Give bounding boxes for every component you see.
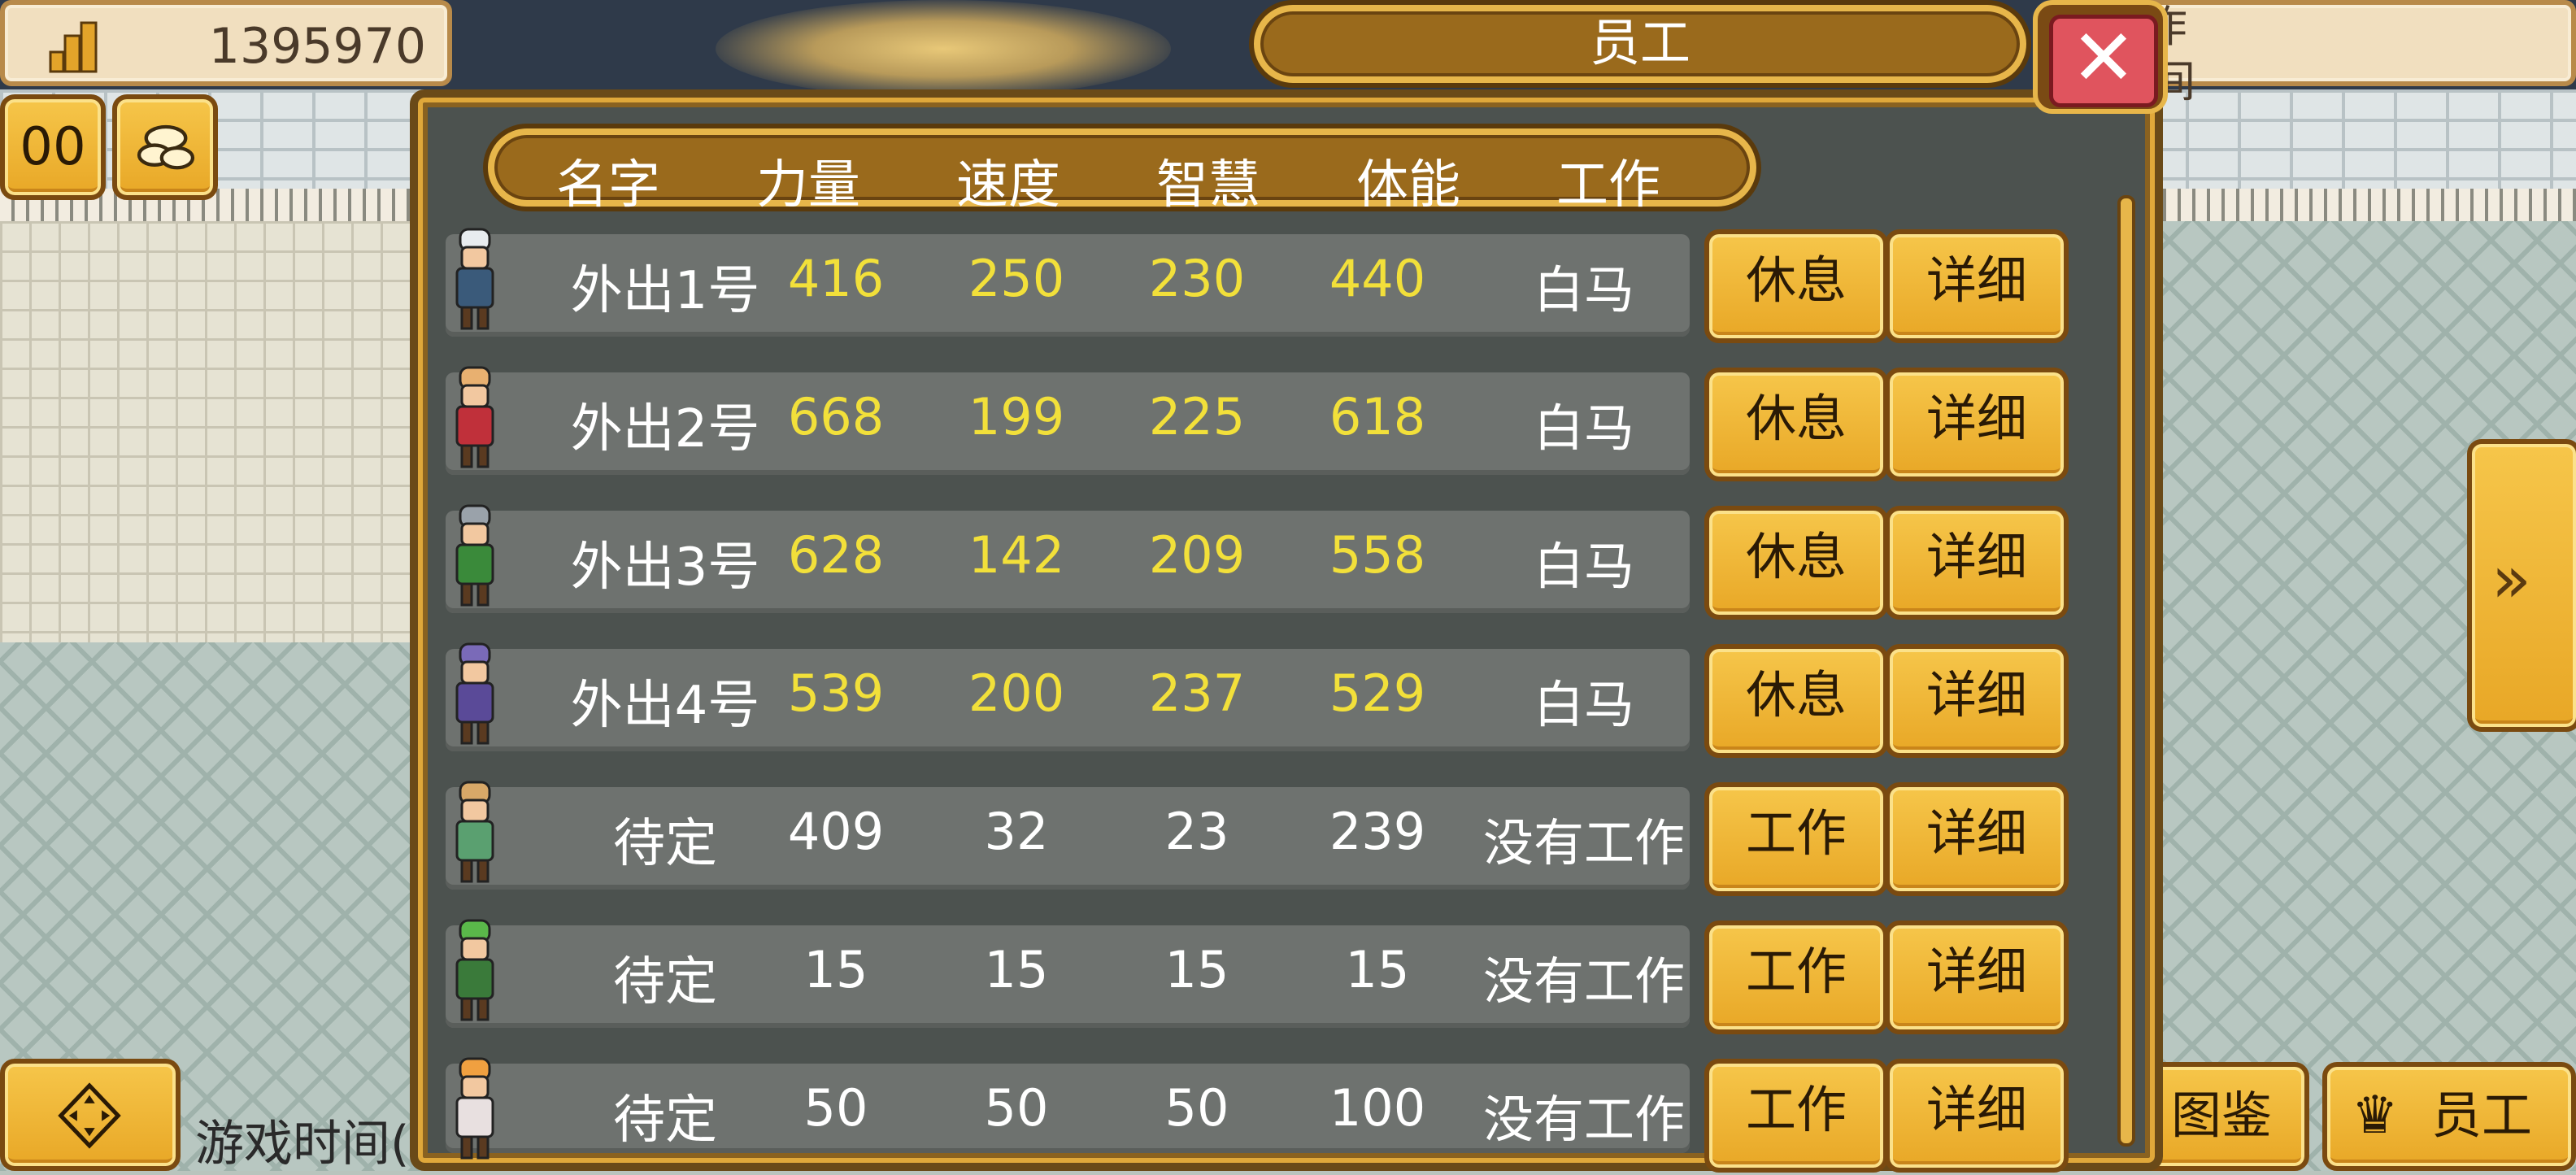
staff-row: 外出2号 668 199 225 618 白马 休息 详细 xyxy=(446,366,2069,481)
work-button[interactable]: 工作 xyxy=(1704,1059,1888,1173)
staff-row: 外出4号 539 200 237 529 白马 休息 详细 xyxy=(446,642,2069,758)
staff-stat-wisdom: 50 xyxy=(1164,1078,1229,1138)
staff-stat-strength: 668 xyxy=(787,387,885,446)
staff-name: 外出3号 xyxy=(570,537,760,598)
lamp-glow xyxy=(716,0,1171,98)
staff-stat-stamina: 100 xyxy=(1329,1078,1426,1138)
rest-button[interactable]: 休息 xyxy=(1704,644,1888,758)
staff-stat-strength: 628 xyxy=(787,525,885,585)
staff-avatar xyxy=(455,642,494,745)
staff-job: 白马 xyxy=(1533,675,1634,734)
staff-row: 待定 50 50 50 100 没有工作 工作 详细 xyxy=(446,1057,2069,1173)
staff-name: 待定 xyxy=(613,952,717,1012)
column-header-speed: 速度 xyxy=(956,155,1060,215)
staff-stat-wisdom: 23 xyxy=(1164,802,1229,861)
close-button[interactable]: ✕ xyxy=(2033,0,2168,114)
staff-stat-stamina: 558 xyxy=(1329,525,1426,585)
staff-job: 没有工作 xyxy=(1482,813,1685,873)
staff-button[interactable]: ♛ 员工 xyxy=(2322,1062,2576,1171)
staff-row: 待定 15 15 15 15 没有工作 工作 详细 xyxy=(446,919,2069,1034)
illustrated-book-label: 图鉴 xyxy=(2170,1086,2272,1145)
staff-avatar xyxy=(455,366,494,468)
staff-avatar xyxy=(455,1057,494,1160)
detail-button[interactable]: 详细 xyxy=(1885,644,2069,758)
staff-stat-stamina: 529 xyxy=(1329,664,1426,723)
detail-button[interactable]: 详细 xyxy=(1885,920,2069,1034)
column-header-wisdom: 智慧 xyxy=(1156,155,1260,215)
staff-stat-wisdom: 225 xyxy=(1148,387,1246,446)
speed-icon xyxy=(137,124,195,170)
staff-stat-speed: 200 xyxy=(968,664,1065,723)
menu-button[interactable] xyxy=(0,1059,181,1171)
rest-button[interactable]: 休息 xyxy=(1704,506,1888,620)
staff-name: 待定 xyxy=(613,1090,717,1151)
game-time-label: 游戏时间( xyxy=(195,1116,410,1173)
staff-stat-speed: 32 xyxy=(984,802,1049,861)
money-display: 1395970 xyxy=(0,0,452,86)
staff-job: 没有工作 xyxy=(1482,1090,1685,1149)
work-button[interactable]: 工作 xyxy=(1704,782,1888,896)
staff-row: 外出3号 628 142 209 558 白马 休息 详细 xyxy=(446,504,2069,620)
staff-name: 外出1号 xyxy=(570,261,760,321)
staff-name: 待定 xyxy=(613,814,717,874)
column-header-name: 名字 xyxy=(556,155,660,215)
staff-job: 白马 xyxy=(1533,398,1634,458)
detail-button[interactable]: 详细 xyxy=(1885,368,2069,481)
staff-avatar xyxy=(455,919,494,1021)
staff-stat-speed: 250 xyxy=(968,249,1065,308)
staff-stat-stamina: 239 xyxy=(1329,802,1426,861)
staff-stat-stamina: 15 xyxy=(1345,940,1410,999)
pause-icon: 00 xyxy=(20,117,86,177)
dialog-title: 员工 xyxy=(1254,5,2026,83)
staff-avatar xyxy=(455,228,494,330)
staff-row: 外出1号 416 250 230 440 白马 休息 详细 xyxy=(446,228,2069,343)
staff-job: 白马 xyxy=(1533,537,1634,596)
scrollbar[interactable] xyxy=(2117,195,2135,1147)
staff-button-label: 员工 xyxy=(2430,1086,2532,1145)
detail-button[interactable]: 详细 xyxy=(1885,506,2069,620)
staff-row: 待定 409 32 23 239 没有工作 工作 详细 xyxy=(446,781,2069,896)
staff-name: 外出4号 xyxy=(570,676,760,736)
crown-icon: ♛ xyxy=(2352,1086,2399,1146)
fast-forward-icon: » xyxy=(2491,542,2531,617)
staff-avatar xyxy=(455,504,494,607)
menu-dpad-icon xyxy=(58,1082,121,1149)
staff-stat-wisdom: 15 xyxy=(1164,940,1229,999)
staff-stat-wisdom: 209 xyxy=(1148,525,1246,585)
detail-button[interactable]: 详细 xyxy=(1885,782,2069,896)
staff-stat-strength: 416 xyxy=(787,249,885,308)
rest-button[interactable]: 休息 xyxy=(1704,229,1888,343)
staff-stat-strength: 539 xyxy=(787,664,885,723)
staff-stat-stamina: 440 xyxy=(1329,249,1426,308)
staff-name: 外出2号 xyxy=(570,399,760,459)
next-page-button[interactable]: » xyxy=(2467,439,2576,732)
speed-button[interactable] xyxy=(112,94,218,200)
column-header-stamina: 体能 xyxy=(1356,155,1460,215)
building-stats-icon xyxy=(49,21,98,73)
pause-button[interactable]: 00 xyxy=(0,94,106,200)
staff-stat-speed: 199 xyxy=(968,387,1065,446)
staff-stat-stamina: 618 xyxy=(1329,387,1426,446)
staff-stat-strength: 409 xyxy=(787,802,885,861)
money-value: 1395970 xyxy=(208,18,426,75)
column-header-strength: 力量 xyxy=(756,155,860,215)
table-header: 名字 力量 速度 智慧 体能 工作 xyxy=(488,128,1756,215)
staff-stat-wisdom: 230 xyxy=(1148,249,1246,308)
staff-stat-speed: 50 xyxy=(984,1078,1049,1138)
staff-job: 没有工作 xyxy=(1482,951,1685,1011)
detail-button[interactable]: 详细 xyxy=(1885,229,2069,343)
staff-stat-wisdom: 237 xyxy=(1148,664,1246,723)
staff-stat-speed: 142 xyxy=(968,525,1065,585)
staff-avatar xyxy=(455,781,494,883)
close-icon: ✕ xyxy=(2049,15,2158,107)
detail-button[interactable]: 详细 xyxy=(1885,1059,2069,1173)
work-button[interactable]: 工作 xyxy=(1704,920,1888,1034)
column-header-job: 工作 xyxy=(1556,155,1660,215)
staff-stat-strength: 50 xyxy=(803,1078,868,1138)
staff-job: 白马 xyxy=(1533,260,1634,320)
staff-stat-speed: 15 xyxy=(984,940,1049,999)
rest-button[interactable]: 休息 xyxy=(1704,368,1888,481)
staff-stat-strength: 15 xyxy=(803,940,868,999)
